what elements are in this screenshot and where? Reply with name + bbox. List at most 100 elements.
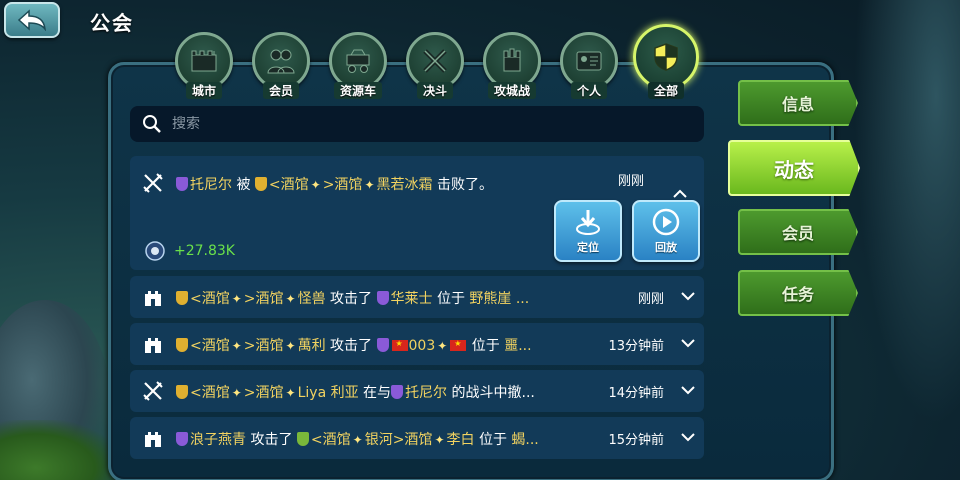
guild-tag: <酒馆 bbox=[190, 291, 230, 307]
sparkle-icon: ✦ bbox=[231, 339, 242, 353]
vietnam-flag-icon bbox=[391, 339, 408, 351]
chevron-down-icon[interactable] bbox=[680, 335, 696, 351]
feed-item[interactable]: <酒馆 ✦ >酒馆 ✦ Liya 利亚 在与 托尼尔 的战斗中撤... 14分钟前 bbox=[130, 370, 704, 412]
tab-members[interactable]: 会员 bbox=[249, 32, 313, 99]
side-tab-tasks[interactable]: 任务 bbox=[738, 270, 858, 316]
sparkle-icon: ✦ bbox=[285, 339, 296, 353]
player-name[interactable]: 托尼尔 bbox=[405, 385, 447, 401]
timestamp: 14分钟前 bbox=[608, 386, 664, 401]
message-text: 在与 bbox=[358, 385, 392, 401]
player-name[interactable]: 黑若冰霜 bbox=[377, 177, 433, 193]
message-text: 攻击了 bbox=[246, 432, 297, 448]
tab-label: 决斗 bbox=[416, 82, 453, 99]
locate-button[interactable]: 定位 bbox=[554, 200, 622, 262]
locate-icon bbox=[576, 210, 600, 235]
back-arrow-icon bbox=[17, 9, 46, 31]
guild-shield-icon bbox=[376, 291, 389, 305]
guild-shield-icon bbox=[376, 338, 389, 352]
laurel-emblem-icon bbox=[145, 241, 165, 261]
message-text: 攻击了 bbox=[325, 291, 377, 307]
message-text: 攻击了 bbox=[325, 338, 377, 354]
tab-personal[interactable]: 个人 bbox=[557, 32, 621, 99]
feed-item[interactable]: 托尼尔 被 <酒馆 ✦ >酒馆 ✦ 黑若冰霜 击败了。 刚刚 +27.83K 定位 回放 bbox=[130, 156, 704, 270]
player-name[interactable]: 浪子燕青 bbox=[190, 432, 246, 448]
members-icon bbox=[267, 49, 295, 74]
message-text: 击败了。 bbox=[432, 177, 493, 193]
page-title: 公会 bbox=[90, 11, 134, 35]
chevron-down-icon[interactable] bbox=[680, 382, 696, 398]
tab-duel[interactable]: 决斗 bbox=[403, 32, 467, 99]
castle-icon bbox=[145, 291, 161, 306]
message-text: 位于 bbox=[432, 291, 470, 307]
castle-icon bbox=[145, 432, 161, 447]
guild-shield-icon bbox=[296, 432, 309, 446]
tab-label: 会员 bbox=[262, 82, 299, 99]
sparkle-icon: ✦ bbox=[437, 339, 448, 353]
guild-tag: 银河>酒馆 bbox=[364, 432, 433, 448]
crossed-swords-icon bbox=[143, 381, 163, 401]
feed-item[interactable]: 浪子燕青 攻击了 <酒馆 ✦ 银河>酒馆 ✦ 李白 位于 蝎... 15分钟前 bbox=[130, 417, 704, 459]
side-tab-info[interactable]: 信息 bbox=[738, 80, 858, 126]
tab-label: 城市 bbox=[185, 82, 222, 99]
feed-item[interactable]: <酒馆✦>酒馆✦萬利 攻击了 003✦ 位于 噩... 13分钟前 bbox=[130, 323, 704, 365]
sparkle-icon: ✦ bbox=[231, 292, 242, 306]
location-name[interactable]: 噩... bbox=[504, 338, 531, 354]
crossed-swords-icon bbox=[143, 173, 163, 193]
guild-tag: >酒馆 bbox=[243, 338, 284, 354]
play-icon bbox=[652, 208, 680, 236]
guild-shield-icon bbox=[176, 385, 188, 399]
vietnam-flag-icon bbox=[450, 339, 467, 351]
side-tab-activity[interactable]: 动态 bbox=[728, 140, 860, 196]
chevron-down-icon[interactable] bbox=[680, 429, 696, 445]
guild-shield-icon bbox=[391, 385, 404, 399]
tab-all[interactable]: 全部 bbox=[633, 24, 699, 99]
guild-shield-icon bbox=[254, 177, 267, 191]
tab-resource-cart[interactable]: 资源车 bbox=[326, 32, 390, 99]
locate-label: 定位 bbox=[577, 241, 599, 254]
feed-item[interactable]: <酒馆 ✦ >酒馆 ✦ 怪兽 攻击了 华莱士 位于 野熊崖 ... 刚刚 bbox=[130, 276, 704, 318]
message-text: 位于 bbox=[467, 338, 505, 354]
sparkle-icon: ✦ bbox=[434, 433, 445, 447]
player-name[interactable]: 华莱士 bbox=[391, 291, 433, 307]
feed-message: <酒馆✦>酒馆✦萬利 攻击了 003✦ 位于 噩... bbox=[176, 335, 594, 355]
sparkle-icon: ✦ bbox=[310, 178, 321, 192]
chevron-down-icon[interactable] bbox=[680, 288, 696, 304]
search-bar[interactable] bbox=[130, 106, 704, 142]
tab-label: 全部 bbox=[647, 82, 684, 99]
guild-tag: >酒馆 bbox=[243, 385, 284, 401]
guild-tag: <酒馆 bbox=[190, 338, 230, 354]
message-text: 的战斗中撤... bbox=[447, 385, 535, 401]
resource-cart-icon bbox=[346, 49, 370, 73]
location-name[interactable]: 蝎... bbox=[511, 432, 538, 448]
feed-message: <酒馆 ✦ >酒馆 ✦ Liya 利亚 在与 托尼尔 的战斗中撤... bbox=[176, 382, 594, 402]
message-text: 被 bbox=[232, 177, 255, 193]
player-name[interactable]: 怪兽 bbox=[298, 291, 326, 307]
back-button[interactable] bbox=[4, 2, 60, 38]
player-name[interactable]: Liya 利亚 bbox=[298, 385, 359, 401]
sparkle-icon: ✦ bbox=[285, 292, 296, 306]
shield-all-icon bbox=[654, 43, 678, 71]
player-name[interactable]: 托尼尔 bbox=[190, 177, 232, 193]
tab-label: 资源车 bbox=[333, 82, 382, 99]
side-tab-members[interactable]: 会员 bbox=[738, 209, 858, 255]
tab-siege[interactable]: 攻城战 bbox=[480, 32, 544, 99]
search-input[interactable] bbox=[172, 116, 672, 132]
category-tabs: 城市 会员 资源车 决斗 攻城战 个人 全部 bbox=[172, 24, 699, 99]
replay-button[interactable]: 回放 bbox=[632, 200, 700, 262]
guild-tag: <酒馆 bbox=[310, 432, 351, 448]
location-name[interactable]: 野熊崖 ... bbox=[469, 291, 529, 307]
player-name[interactable]: 李白 bbox=[447, 432, 475, 448]
tab-city[interactable]: 城市 bbox=[172, 32, 236, 99]
guild-shield-icon bbox=[176, 432, 188, 446]
castle-icon bbox=[145, 338, 161, 353]
activity-feed: 托尼尔 被 <酒馆 ✦ >酒馆 ✦ 黑若冰霜 击败了。 刚刚 +27.83K 定位 回放… bbox=[130, 156, 704, 464]
timestamp: 15分钟前 bbox=[608, 433, 664, 448]
guild-tag: <酒馆 bbox=[268, 177, 309, 193]
player-name[interactable]: 萬利 bbox=[298, 338, 326, 354]
guild-tag: >酒馆 bbox=[322, 177, 363, 193]
personal-card-icon bbox=[576, 51, 602, 71]
player-name[interactable]: 003 bbox=[409, 338, 436, 354]
city-wall-icon bbox=[191, 50, 217, 72]
siege-icon bbox=[503, 48, 521, 72]
guild-tag: >酒馆 bbox=[243, 291, 284, 307]
